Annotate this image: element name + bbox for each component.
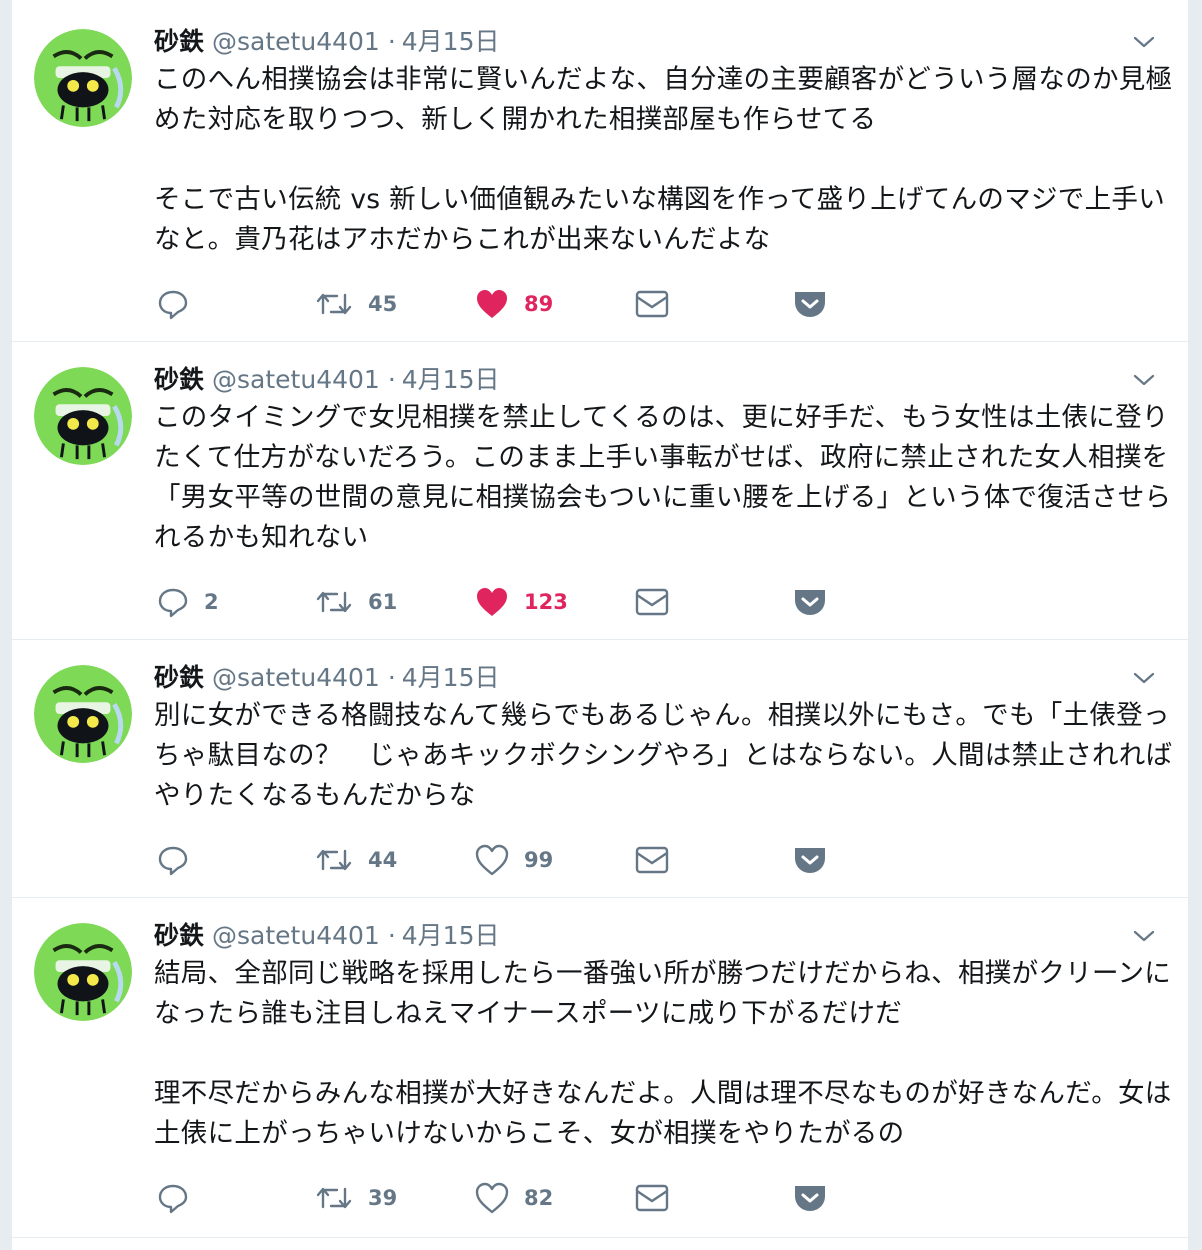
retweet-icon bbox=[316, 1187, 352, 1209]
tweet-header: 砂鉄 @satetu4401 · 4月15日 bbox=[154, 22, 500, 62]
user-handle[interactable]: @satetu4401 bbox=[212, 921, 380, 950]
display-name[interactable]: 砂鉄 bbox=[154, 27, 204, 56]
tweet[interactable]: 砂鉄 @satetu4401 · 4月15日 結局、全部同じ戦略を採用したら一番強い所… bbox=[12, 898, 1188, 1238]
tweet-text: 別に女ができる格闘技なんて幾らでもあるじゃん。相撲以外にもさ。でも「土俵登っちゃ… bbox=[154, 700, 1173, 811]
tweet[interactable]: 砂鉄 @satetu4401 · 4月15日 このへん相撲協会は非常に賢いんだよな、自… bbox=[12, 0, 1188, 342]
reply-icon bbox=[158, 588, 188, 618]
tweet-text: このタイミングで女児相撲を禁止してくるのは、更に好手だ、もう女性は土俵に登りたく… bbox=[154, 402, 1172, 553]
dm-button[interactable] bbox=[634, 1178, 670, 1218]
reply-button[interactable]: 2 bbox=[156, 582, 219, 622]
separator-dot: · bbox=[387, 365, 396, 394]
envelope-icon bbox=[635, 290, 669, 318]
reply-button[interactable] bbox=[156, 840, 204, 880]
tweet-date[interactable]: 4月15日 bbox=[402, 663, 500, 692]
tweet-header: 砂鉄 @satetu4401 · 4月15日 bbox=[154, 658, 500, 698]
tweet-date[interactable]: 4月15日 bbox=[402, 365, 500, 394]
retweet-button[interactable]: 44 bbox=[314, 840, 397, 880]
chevron-down-icon[interactable] bbox=[1132, 32, 1156, 52]
tweet-text: このへん相撲協会は非常に賢いんだよな、自分達の主要顧客がどういう層なのか見極めた… bbox=[154, 64, 1173, 255]
avatar[interactable] bbox=[34, 367, 132, 465]
reply-icon bbox=[158, 846, 188, 876]
pocket-icon bbox=[795, 292, 825, 317]
avatar[interactable] bbox=[34, 665, 132, 763]
tweet-actions: 39 82 bbox=[156, 1178, 856, 1218]
heart-icon bbox=[475, 844, 509, 876]
display-name[interactable]: 砂鉄 bbox=[154, 663, 204, 692]
chevron-down-icon[interactable] bbox=[1132, 668, 1156, 688]
user-handle[interactable]: @satetu4401 bbox=[212, 365, 380, 394]
reply-button[interactable] bbox=[156, 284, 204, 324]
dm-button[interactable] bbox=[634, 284, 670, 324]
dm-button[interactable] bbox=[634, 582, 670, 622]
reply-count: 2 bbox=[204, 590, 219, 614]
retweet-button[interactable]: 61 bbox=[314, 582, 397, 622]
avatar[interactable] bbox=[34, 29, 132, 127]
avatar[interactable] bbox=[34, 923, 132, 1021]
separator-dot: · bbox=[387, 27, 396, 56]
tweet-text: 結局、全部同じ戦略を採用したら一番強い所が勝つだけだからね、相撲がクリーンになっ… bbox=[154, 958, 1172, 1149]
like-button[interactable]: 82 bbox=[474, 1178, 553, 1218]
reply-icon bbox=[158, 290, 188, 320]
retweet-count: 39 bbox=[368, 1186, 398, 1210]
save-button[interactable] bbox=[792, 1178, 828, 1218]
heart-icon bbox=[477, 588, 507, 616]
pocket-icon bbox=[795, 1186, 825, 1211]
chevron-down-icon[interactable] bbox=[1132, 926, 1156, 946]
pocket-icon bbox=[795, 590, 825, 615]
envelope-icon bbox=[635, 588, 669, 616]
like-count: 123 bbox=[524, 590, 568, 614]
tweet[interactable]: 砂鉄 @satetu4401 · 4月15日 別に女ができる格闘技なんて幾らでもあるじ… bbox=[12, 640, 1188, 898]
heart-icon bbox=[477, 290, 507, 318]
save-button[interactable] bbox=[792, 582, 828, 622]
pocket-icon bbox=[795, 848, 825, 873]
retweet-button[interactable]: 45 bbox=[314, 284, 397, 324]
reply-icon bbox=[158, 1184, 188, 1214]
retweet-button[interactable]: 39 bbox=[314, 1178, 397, 1218]
tweet-actions: 45 89 bbox=[156, 284, 856, 324]
tweet[interactable]: 砂鉄 @satetu4401 · 4月15日 このタイミングで女児相撲を禁止してくるの… bbox=[12, 342, 1188, 640]
display-name[interactable]: 砂鉄 bbox=[154, 365, 204, 394]
heart-icon bbox=[475, 1182, 509, 1214]
retweet-count: 61 bbox=[368, 590, 398, 614]
like-count: 89 bbox=[524, 292, 554, 316]
retweet-count: 45 bbox=[368, 292, 398, 316]
user-handle[interactable]: @satetu4401 bbox=[212, 663, 380, 692]
tweet-date[interactable]: 4月15日 bbox=[402, 921, 500, 950]
like-button[interactable]: 123 bbox=[474, 582, 568, 622]
tweet-header: 砂鉄 @satetu4401 · 4月15日 bbox=[154, 360, 500, 400]
retweet-icon bbox=[316, 293, 352, 315]
tweet-header: 砂鉄 @satetu4401 · 4月15日 bbox=[154, 916, 500, 956]
like-button[interactable]: 89 bbox=[474, 284, 553, 324]
like-count: 82 bbox=[524, 1186, 554, 1210]
user-handle[interactable]: @satetu4401 bbox=[212, 27, 380, 56]
envelope-icon bbox=[635, 1184, 669, 1212]
save-button[interactable] bbox=[792, 840, 828, 880]
separator-dot: · bbox=[387, 921, 396, 950]
retweet-icon bbox=[316, 591, 352, 613]
tweet-actions: 44 99 bbox=[156, 840, 856, 880]
retweet-icon bbox=[316, 849, 352, 871]
tweet-date[interactable]: 4月15日 bbox=[402, 27, 500, 56]
display-name[interactable]: 砂鉄 bbox=[154, 921, 204, 950]
retweet-count: 44 bbox=[368, 848, 398, 872]
reply-button[interactable] bbox=[156, 1178, 204, 1218]
chevron-down-icon[interactable] bbox=[1132, 370, 1156, 390]
save-button[interactable] bbox=[792, 284, 828, 324]
envelope-icon bbox=[635, 846, 669, 874]
like-count: 99 bbox=[524, 848, 554, 872]
like-button[interactable]: 99 bbox=[474, 840, 553, 880]
timeline: 砂鉄 @satetu4401 · 4月15日 このへん相撲協会は非常に賢いんだよな、自… bbox=[12, 0, 1188, 1250]
tweet-actions: 2 61 123 bbox=[156, 582, 856, 622]
dm-button[interactable] bbox=[634, 840, 670, 880]
separator-dot: · bbox=[387, 663, 396, 692]
